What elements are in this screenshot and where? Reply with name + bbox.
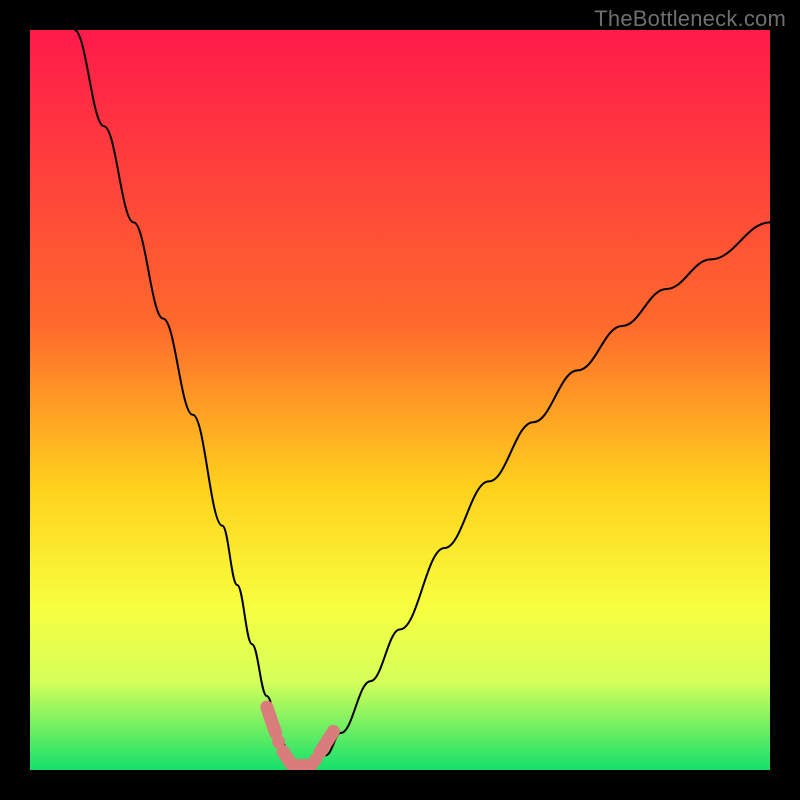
- chart-frame: TheBottleneck.com: [0, 0, 800, 800]
- plot-svg: [30, 30, 770, 770]
- watermark-text: TheBottleneck.com: [594, 6, 786, 32]
- gradient-background: [30, 30, 770, 770]
- plot-area: [30, 30, 770, 770]
